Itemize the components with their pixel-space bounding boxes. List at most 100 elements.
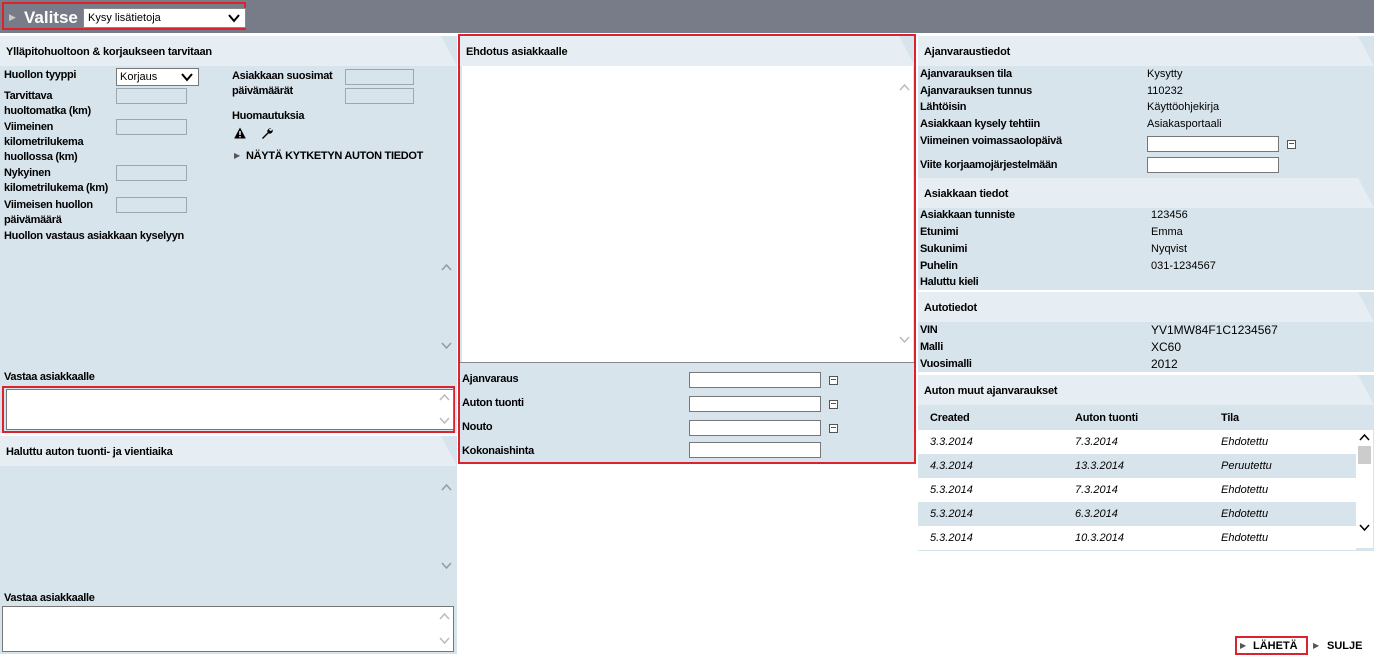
transport-reply-label: Vastaa asiakkaalle (4, 592, 95, 604)
table-cell: 5.3.2014 (930, 532, 973, 544)
scrollbar-thumb[interactable] (1358, 446, 1371, 464)
table-cell: Ehdotettu (1221, 436, 1269, 448)
last-service-date-input[interactable] (116, 197, 187, 213)
chevron-down-icon (441, 562, 452, 570)
current-mileage-input[interactable] (116, 165, 187, 181)
table-cell: 4.3.2014 (930, 460, 973, 472)
model-label: Malli (920, 341, 943, 353)
last-name-value: Nyqvist (1151, 243, 1188, 255)
first-name-label: Etunimi (920, 226, 959, 238)
maintenance-panel: Ylläpitohuoltoon & korjaukseen tarvitaan… (0, 36, 457, 433)
column-header-dropoff[interactable]: Auton tuonti (1075, 412, 1138, 424)
chevron-up-icon (441, 263, 452, 271)
chevron-down-icon (181, 73, 193, 82)
phone-value: 031-1234567 (1151, 260, 1216, 272)
last-valid-date-label: Viimeinen voimassaolopäivä (920, 135, 1062, 147)
action-select[interactable]: Kysy lisätietoja (83, 8, 246, 28)
warning-icon[interactable] (234, 127, 246, 139)
reply-scrollbar[interactable] (436, 390, 453, 429)
workshop-ref-label: Viite korjaamojärjestelmään (920, 159, 1058, 171)
last-mileage-label: Viimeinen kilometrilukema huollossa (km) (4, 121, 84, 163)
model-year-value: 2012 (1151, 357, 1178, 371)
chevron-down-icon (1359, 524, 1370, 532)
transport-header: Haluttu auton tuonti- ja vientiaika (0, 436, 457, 466)
transport-panel: Haluttu auton tuonti- ja vientiaika Vast… (0, 436, 457, 654)
send-button[interactable]: LÄHETÄ (1253, 640, 1298, 652)
customer-info-panel: Asiakkaan tiedot Asiakkaan tunniste 1234… (918, 178, 1374, 290)
transport-reply-scrollbar[interactable] (436, 607, 453, 651)
table-row[interactable]: 5.3.2014 6.3.2014 Ehdotettu (918, 502, 1356, 526)
column-header-status[interactable]: Tila (1221, 412, 1239, 424)
table-cell: Ehdotettu (1221, 508, 1269, 520)
required-mileage-label: Tarvittava huoltomatka (km) (4, 90, 91, 117)
booking-status-label: Ajanvarauksen tila (920, 68, 1012, 80)
service-type-select[interactable]: Korjaus (116, 68, 199, 86)
transport-scrollbar[interactable] (438, 468, 455, 588)
page-title: Valitse (24, 8, 78, 27)
chevron-up-icon (441, 483, 452, 491)
chevron-up-icon (1359, 433, 1370, 441)
action-select-value: Kysy lisätietoja (88, 12, 161, 24)
required-mileage-input[interactable] (116, 88, 187, 104)
reply-textarea[interactable] (6, 389, 454, 430)
chevron-down-icon (439, 637, 450, 645)
arrow-right-icon: ▶ (1313, 641, 1320, 650)
table-cell: Peruutettu (1221, 460, 1272, 472)
chevron-down-icon (228, 14, 240, 23)
table-row[interactable]: 4.3.2014 13.3.2014 Peruutettu (918, 454, 1356, 478)
show-car-link[interactable]: NÄYTÄ KYTKETYN AUTON TIEDOT (246, 149, 423, 164)
table-cell: 5.3.2014 (930, 484, 973, 496)
notes-label: Huomautuksia (232, 110, 305, 122)
other-bookings-panel: Auton muut ajanvaraukset Created Auton t… (918, 375, 1374, 551)
origin-value: Käyttöohjekirja (1147, 101, 1220, 113)
action-selector-box: ▶ Valitse Kysy lisätietoja (2, 2, 246, 30)
top-bar: ▶ Valitse Kysy lisätietoja (0, 0, 1374, 33)
bookings-scrollbar[interactable] (1356, 430, 1373, 548)
origin-label: Lähtöisin (920, 101, 967, 113)
preferred-language-label: Haluttu kieli (920, 276, 979, 288)
vin-value: YV1MW84F1C1234567 (1151, 323, 1278, 337)
model-year-label: Vuosimalli (920, 358, 972, 370)
table-row[interactable]: 5.3.2014 10.3.2014 Ehdotettu (918, 526, 1356, 550)
preferred-date-2-input[interactable] (345, 88, 414, 104)
model-value: XC60 (1151, 340, 1182, 354)
table-row[interactable]: 3.3.2014 7.3.2014 Ehdotettu (918, 430, 1356, 454)
close-button[interactable]: SULJE (1327, 640, 1362, 652)
chevron-down-icon (441, 342, 452, 350)
booking-id-label: Ajanvarauksen tunnus (920, 85, 1032, 97)
arrow-right-icon: ▶ (234, 151, 241, 160)
response-scrollbar[interactable] (438, 246, 455, 369)
inquiry-made-value: Asiakasportaali (1147, 118, 1222, 130)
car-info-header: Autotiedot (918, 292, 1374, 322)
column-header-created[interactable]: Created (930, 412, 970, 424)
inquiry-made-label: Asiakkaan kysely tehtiin (920, 118, 1040, 130)
transport-reply-textarea[interactable] (2, 606, 454, 652)
customer-id-label: Asiakkaan tunniste (920, 209, 1015, 221)
response-label: Huollon vastaus asiakkaan kyselyyn (4, 230, 184, 242)
table-cell: 13.3.2014 (1075, 460, 1124, 472)
preferred-dates-label: Asiakkaan suosimat päivämäärät (232, 70, 333, 97)
last-name-label: Sukunimi (920, 243, 968, 255)
other-bookings-header: Auton muut ajanvaraukset (918, 375, 1374, 405)
table-cell: Ehdotettu (1221, 532, 1269, 544)
reply-label: Vastaa asiakkaalle (4, 371, 95, 383)
customer-info-header: Asiakkaan tiedot (918, 178, 1374, 208)
booking-info-panel: Ajanvaraustiedot Ajanvarauksen tila Kysy… (918, 36, 1374, 178)
table-cell: 5.3.2014 (930, 508, 973, 520)
booking-info-header: Ajanvaraustiedot (918, 36, 1374, 66)
workshop-ref-input[interactable] (1147, 157, 1279, 173)
phone-label: Puhelin (920, 260, 958, 272)
booking-status-value: Kysytty (1147, 68, 1183, 80)
chevron-up-icon (439, 612, 450, 620)
table-cell: 7.3.2014 (1075, 484, 1118, 496)
service-type-label: Huollon tyyppi (4, 69, 77, 81)
current-mileage-label: Nykyinen kilometrilukema (km) (4, 167, 109, 194)
last-valid-date-input[interactable] (1147, 136, 1279, 152)
calendar-icon[interactable] (1287, 140, 1296, 149)
maintenance-header: Ylläpitohuoltoon & korjaukseen tarvitaan (0, 36, 457, 66)
preferred-date-1-input[interactable] (345, 69, 414, 85)
last-mileage-input[interactable] (116, 119, 187, 135)
wrench-icon[interactable] (261, 127, 273, 139)
chevron-down-icon (439, 417, 450, 425)
table-row[interactable]: 5.3.2014 7.3.2014 Ehdotettu (918, 478, 1356, 502)
